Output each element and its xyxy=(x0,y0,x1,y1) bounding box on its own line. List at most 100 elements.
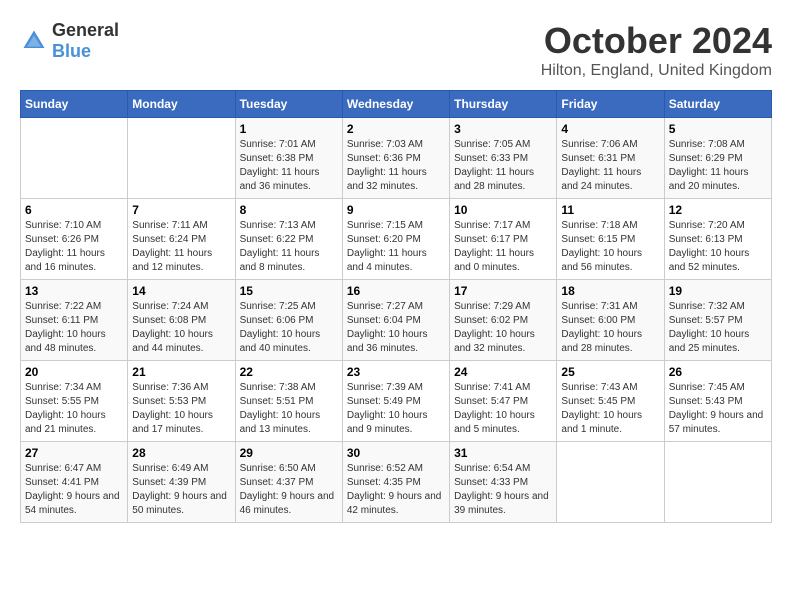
day-number: 6 xyxy=(25,203,123,217)
day-info: Sunrise: 6:54 AM Sunset: 4:33 PM Dayligh… xyxy=(454,462,552,518)
calendar-cell: 11 Sunrise: 7:18 AM Sunset: 6:15 PM Dayli… xyxy=(557,199,664,280)
day-info: Sunrise: 7:34 AM Sunset: 5:55 PM Dayligh… xyxy=(25,381,123,437)
weekday-header-cell: Friday xyxy=(557,91,664,118)
calendar-cell: 10Sunrise: 7:17 AM Sunset: 6:17 PM Dayli… xyxy=(450,199,557,280)
day-number: 27 xyxy=(25,446,123,460)
calendar-cell: 27 Sunrise: 6:47 AM Sunset: 4:41 PM Dayli… xyxy=(21,442,128,523)
day-number: 1 xyxy=(240,122,338,136)
calendar-cell: 23 Sunrise: 7:39 AM Sunset: 5:49 PM Dayli… xyxy=(342,361,449,442)
day-number: 22 xyxy=(240,365,338,379)
weekday-header-cell: Wednesday xyxy=(342,91,449,118)
calendar-cell: 17Sunrise: 7:29 AM Sunset: 6:02 PM Dayli… xyxy=(450,280,557,361)
day-number: 19 xyxy=(669,284,767,298)
day-info: Sunrise: 7:45 AM Sunset: 5:43 PM Dayligh… xyxy=(669,381,767,437)
day-number: 26 xyxy=(669,365,767,379)
month-title: October 2024 xyxy=(541,20,772,62)
day-info: Sunrise: 7:10 AM Sunset: 6:26 PM Dayligh… xyxy=(25,219,123,275)
day-number: 17 xyxy=(454,284,552,298)
weekday-header-cell: Tuesday xyxy=(235,91,342,118)
day-number: 7 xyxy=(132,203,230,217)
day-number: 21 xyxy=(132,365,230,379)
calendar-cell: 21 Sunrise: 7:36 AM Sunset: 5:53 PM Dayli… xyxy=(128,361,235,442)
day-info: Sunrise: 7:22 AM Sunset: 6:11 PM Dayligh… xyxy=(25,300,123,356)
day-number: 15 xyxy=(240,284,338,298)
day-info: Sunrise: 7:11 AM Sunset: 6:24 PM Dayligh… xyxy=(132,219,230,275)
calendar-cell: 6 Sunrise: 7:10 AM Sunset: 6:26 PM Daylig… xyxy=(21,199,128,280)
calendar-week-row: 6 Sunrise: 7:10 AM Sunset: 6:26 PM Daylig… xyxy=(21,199,772,280)
day-info: Sunrise: 7:08 AM Sunset: 6:29 PM Dayligh… xyxy=(669,138,767,194)
day-number: 11 xyxy=(561,203,659,217)
calendar-body: 1 Sunrise: 7:01 AM Sunset: 6:38 PM Daylig… xyxy=(21,118,772,523)
calendar-cell xyxy=(664,442,771,523)
calendar-cell: 12Sunrise: 7:20 AM Sunset: 6:13 PM Dayli… xyxy=(664,199,771,280)
location-title: Hilton, England, United Kingdom xyxy=(541,62,772,80)
day-info: Sunrise: 7:17 AM Sunset: 6:17 PM Dayligh… xyxy=(454,219,552,275)
calendar-cell: 15Sunrise: 7:25 AM Sunset: 6:06 PM Dayli… xyxy=(235,280,342,361)
day-info: Sunrise: 7:03 AM Sunset: 6:36 PM Dayligh… xyxy=(347,138,445,194)
day-number: 30 xyxy=(347,446,445,460)
day-number: 16 xyxy=(347,284,445,298)
weekday-header-cell: Saturday xyxy=(664,91,771,118)
day-info: Sunrise: 7:41 AM Sunset: 5:47 PM Dayligh… xyxy=(454,381,552,437)
day-number: 14 xyxy=(132,284,230,298)
day-info: Sunrise: 7:31 AM Sunset: 6:00 PM Dayligh… xyxy=(561,300,659,356)
weekday-header-row: SundayMondayTuesdayWednesdayThursdayFrid… xyxy=(21,91,772,118)
calendar-cell: 4Sunrise: 7:06 AM Sunset: 6:31 PM Daylig… xyxy=(557,118,664,199)
title-block: October 2024 Hilton, England, United Kin… xyxy=(541,20,772,80)
day-info: Sunrise: 6:47 AM Sunset: 4:41 PM Dayligh… xyxy=(25,462,123,518)
day-info: Sunrise: 7:43 AM Sunset: 5:45 PM Dayligh… xyxy=(561,381,659,437)
calendar-cell: 1 Sunrise: 7:01 AM Sunset: 6:38 PM Daylig… xyxy=(235,118,342,199)
day-number: 13 xyxy=(25,284,123,298)
day-number: 24 xyxy=(454,365,552,379)
calendar-week-row: 20 Sunrise: 7:34 AM Sunset: 5:55 PM Dayli… xyxy=(21,361,772,442)
calendar-cell: 18 Sunrise: 7:31 AM Sunset: 6:00 PM Dayli… xyxy=(557,280,664,361)
logo-general: General xyxy=(52,20,119,40)
day-number: 5 xyxy=(669,122,767,136)
day-info: Sunrise: 7:18 AM Sunset: 6:15 PM Dayligh… xyxy=(561,219,659,275)
calendar-cell: 22Sunrise: 7:38 AM Sunset: 5:51 PM Dayli… xyxy=(235,361,342,442)
logo-icon xyxy=(20,27,48,55)
day-info: Sunrise: 7:05 AM Sunset: 6:33 PM Dayligh… xyxy=(454,138,552,194)
day-number: 23 xyxy=(347,365,445,379)
calendar-cell: 31 Sunrise: 6:54 AM Sunset: 4:33 PM Dayli… xyxy=(450,442,557,523)
day-number: 8 xyxy=(240,203,338,217)
day-number: 31 xyxy=(454,446,552,460)
calendar-cell: 9Sunrise: 7:15 AM Sunset: 6:20 PM Daylig… xyxy=(342,199,449,280)
calendar-cell xyxy=(128,118,235,199)
day-info: Sunrise: 7:01 AM Sunset: 6:38 PM Dayligh… xyxy=(240,138,338,194)
calendar-cell: 29Sunrise: 6:50 AM Sunset: 4:37 PM Dayli… xyxy=(235,442,342,523)
calendar-week-row: 27 Sunrise: 6:47 AM Sunset: 4:41 PM Dayli… xyxy=(21,442,772,523)
day-info: Sunrise: 7:39 AM Sunset: 5:49 PM Dayligh… xyxy=(347,381,445,437)
day-number: 28 xyxy=(132,446,230,460)
day-info: Sunrise: 7:20 AM Sunset: 6:13 PM Dayligh… xyxy=(669,219,767,275)
calendar-cell: 3 Sunrise: 7:05 AM Sunset: 6:33 PM Daylig… xyxy=(450,118,557,199)
day-info: Sunrise: 7:06 AM Sunset: 6:31 PM Dayligh… xyxy=(561,138,659,194)
day-info: Sunrise: 7:13 AM Sunset: 6:22 PM Dayligh… xyxy=(240,219,338,275)
day-info: Sunrise: 6:52 AM Sunset: 4:35 PM Dayligh… xyxy=(347,462,445,518)
day-info: Sunrise: 7:27 AM Sunset: 6:04 PM Dayligh… xyxy=(347,300,445,356)
calendar-cell: 13 Sunrise: 7:22 AM Sunset: 6:11 PM Dayli… xyxy=(21,280,128,361)
calendar-cell: 2 Sunrise: 7:03 AM Sunset: 6:36 PM Daylig… xyxy=(342,118,449,199)
calendar-cell xyxy=(557,442,664,523)
calendar-cell: 7 Sunrise: 7:11 AM Sunset: 6:24 PM Daylig… xyxy=(128,199,235,280)
calendar-cell: 8 Sunrise: 7:13 AM Sunset: 6:22 PM Daylig… xyxy=(235,199,342,280)
calendar-table: SundayMondayTuesdayWednesdayThursdayFrid… xyxy=(20,90,772,523)
calendar-cell: 20 Sunrise: 7:34 AM Sunset: 5:55 PM Dayli… xyxy=(21,361,128,442)
day-number: 2 xyxy=(347,122,445,136)
day-info: Sunrise: 6:49 AM Sunset: 4:39 PM Dayligh… xyxy=(132,462,230,518)
day-number: 20 xyxy=(25,365,123,379)
calendar-cell: 25Sunrise: 7:43 AM Sunset: 5:45 PM Dayli… xyxy=(557,361,664,442)
day-info: Sunrise: 7:36 AM Sunset: 5:53 PM Dayligh… xyxy=(132,381,230,437)
calendar-cell: 19Sunrise: 7:32 AM Sunset: 5:57 PM Dayli… xyxy=(664,280,771,361)
day-number: 3 xyxy=(454,122,552,136)
calendar-cell: 5 Sunrise: 7:08 AM Sunset: 6:29 PM Daylig… xyxy=(664,118,771,199)
weekday-header-cell: Sunday xyxy=(21,91,128,118)
calendar-week-row: 1 Sunrise: 7:01 AM Sunset: 6:38 PM Daylig… xyxy=(21,118,772,199)
calendar-week-row: 13 Sunrise: 7:22 AM Sunset: 6:11 PM Dayli… xyxy=(21,280,772,361)
day-number: 18 xyxy=(561,284,659,298)
calendar-cell xyxy=(21,118,128,199)
calendar-cell: 30 Sunrise: 6:52 AM Sunset: 4:35 PM Dayli… xyxy=(342,442,449,523)
calendar-cell: 24 Sunrise: 7:41 AM Sunset: 5:47 PM Dayli… xyxy=(450,361,557,442)
calendar-cell: 28 Sunrise: 6:49 AM Sunset: 4:39 PM Dayli… xyxy=(128,442,235,523)
logo-blue: Blue xyxy=(52,41,91,61)
